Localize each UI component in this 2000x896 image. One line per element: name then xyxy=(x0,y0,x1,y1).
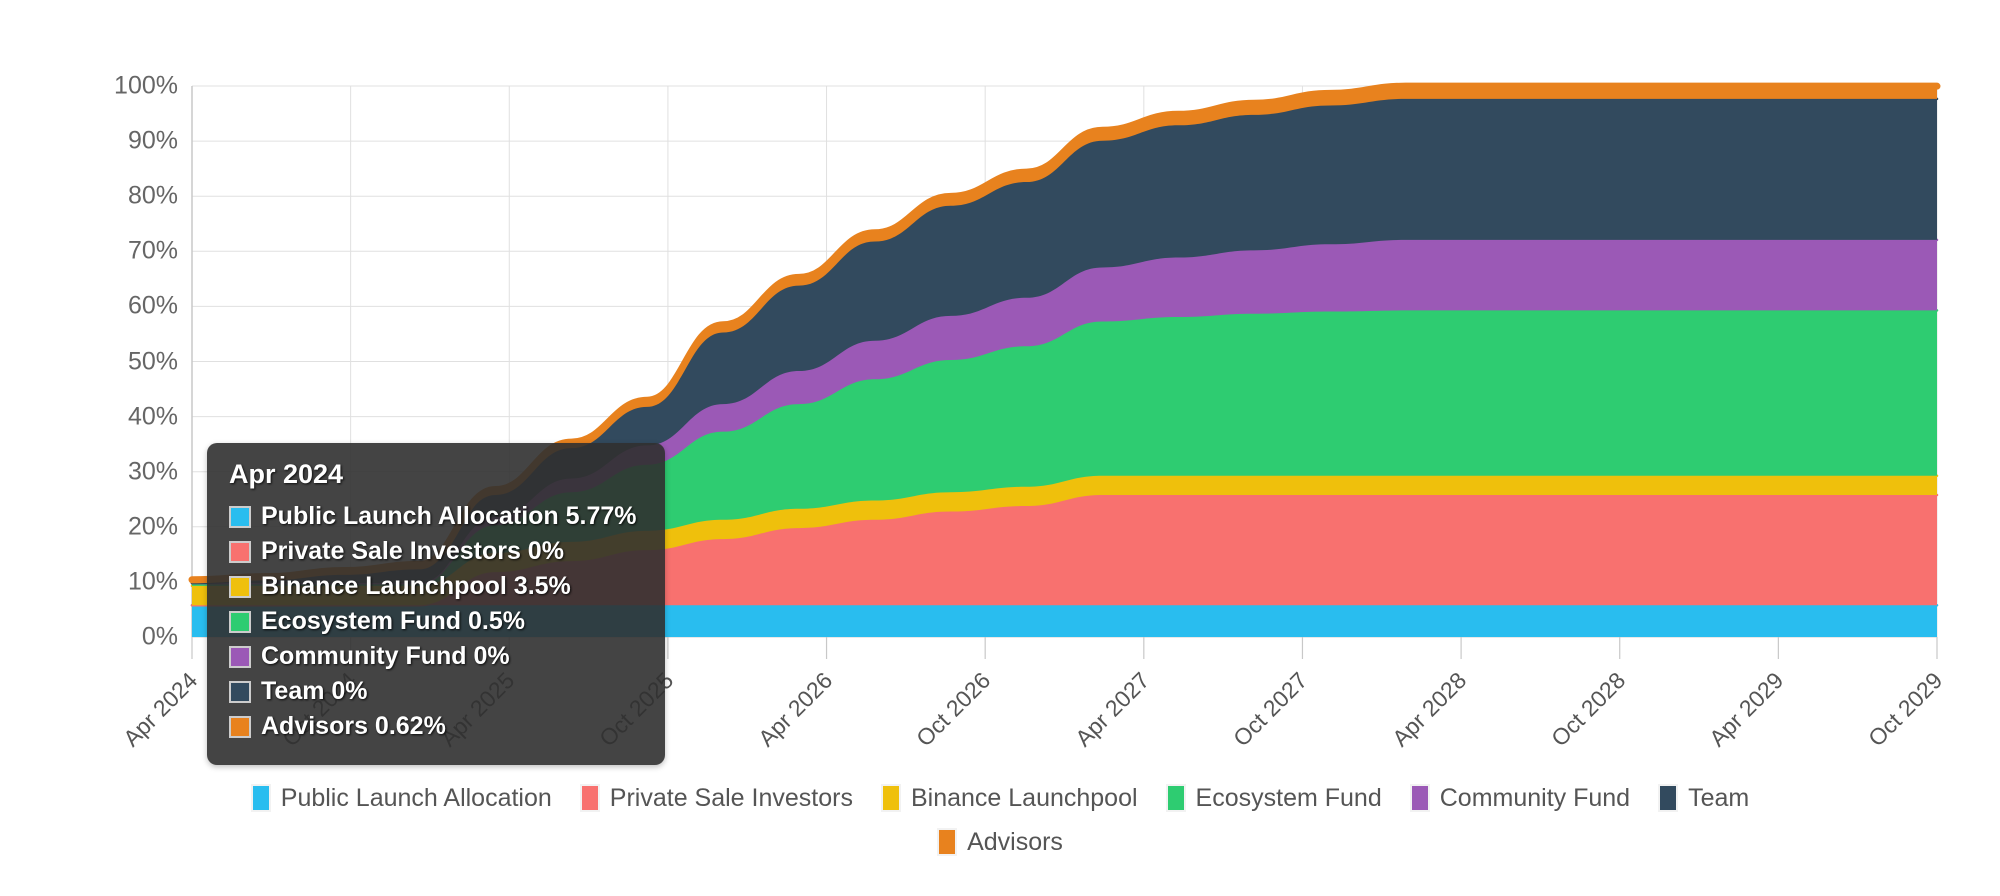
y-axis-tick-label: 70% xyxy=(127,236,178,265)
y-axis-tick-label: 30% xyxy=(127,457,178,486)
tooltip-row: Private Sale Investors 0% xyxy=(229,537,643,566)
y-axis-tick-label: 40% xyxy=(127,402,178,431)
tooltip-color-swatch xyxy=(229,575,251,598)
tooltip-row-label: Community Fund 0% xyxy=(261,642,510,670)
legend-item-community-fund[interactable]: Community Fund xyxy=(1409,783,1631,812)
y-axis-tick-label: 20% xyxy=(127,512,178,541)
legend-color-swatch xyxy=(579,784,600,812)
y-axis-tick-label: 90% xyxy=(127,126,178,155)
tooltip-row: Community Fund 0% xyxy=(229,642,643,671)
tooltip-row: Advisors 0.62% xyxy=(229,712,643,741)
y-axis-tick-label: 100% xyxy=(114,71,178,100)
y-axis: 0% 10% 20% 30% 40% 50% 60% 70% 80% 90% 100% xyxy=(0,0,178,896)
tooltip-color-swatch xyxy=(229,540,251,563)
tooltip-row-label: Team 0% xyxy=(261,677,368,705)
legend-row: Public Launch Allocation Private Sale Inv… xyxy=(0,784,2000,812)
tooltip-color-swatch xyxy=(229,680,251,703)
tooltip-row: Team 0% xyxy=(229,677,643,706)
legend-item-ecosystem-fund[interactable]: Ecosystem Fund xyxy=(1165,783,1382,812)
tooltip-row-label: Public Launch Allocation 5.77% xyxy=(261,502,637,530)
y-axis-tick-label: 80% xyxy=(127,181,178,210)
legend-item-team[interactable]: Team xyxy=(1658,784,1749,812)
legend-item-label: Team xyxy=(1688,783,1750,812)
tooltip-row: Binance Launchpool 3.5% xyxy=(229,572,643,601)
tooltip-row-label: Private Sale Investors 0% xyxy=(261,537,564,565)
legend-item-advisors[interactable]: Advisors xyxy=(937,828,1063,856)
tooltip-row-label: Advisors 0.62% xyxy=(261,712,446,740)
legend-item-label: Binance Launchpool xyxy=(910,783,1138,812)
y-axis-tick-label: 10% xyxy=(127,567,178,596)
legend-item-private-sale-investors[interactable]: Private Sale Investors xyxy=(579,783,853,812)
legend-item-label: Advisors xyxy=(967,827,1063,856)
legend-item-label: Community Fund xyxy=(1439,783,1631,812)
tooltip-title: Apr 2024 xyxy=(229,459,344,489)
tooltip-row-label: Binance Launchpool 3.5% xyxy=(261,572,571,600)
tooltip-color-swatch xyxy=(229,645,251,668)
legend-color-swatch xyxy=(250,784,271,812)
legend-item-label: Public Launch Allocation xyxy=(280,783,552,812)
legend-item-label: Private Sale Investors xyxy=(609,783,853,812)
legend-color-swatch xyxy=(937,828,958,856)
tooltip-color-swatch xyxy=(229,505,251,528)
legend-item-label: Ecosystem Fund xyxy=(1195,783,1382,812)
tooltip-row: Public Launch Allocation 5.77% xyxy=(229,502,643,531)
tooltip-color-swatch xyxy=(229,610,251,633)
y-axis-tick-label: 0% xyxy=(141,622,178,651)
legend-color-swatch xyxy=(880,784,901,812)
legend-row: Advisors xyxy=(0,828,2000,856)
chart-legend[interactable]: Public Launch Allocation Private Sale Inv… xyxy=(0,784,2000,872)
chart-tooltip: Apr 2024 Public Launch Allocation 5.77% P… xyxy=(207,443,665,765)
legend-color-swatch xyxy=(1165,784,1186,812)
legend-item-binance-launchpool[interactable]: Binance Launchpool xyxy=(880,783,1138,812)
y-axis-tick-label: 60% xyxy=(127,291,178,320)
legend-item-public-launch-allocation[interactable]: Public Launch Allocation xyxy=(250,783,552,812)
tooltip-rows: Public Launch Allocation 5.77% Private Sa… xyxy=(229,502,643,741)
tooltip-color-swatch xyxy=(229,715,251,738)
tooltip-row-label: Ecosystem Fund 0.5% xyxy=(261,607,525,635)
y-axis-tick-label: 50% xyxy=(127,347,178,375)
tooltip-row: Ecosystem Fund 0.5% xyxy=(229,607,643,636)
vesting-schedule-chart: 0% 10% 20% 30% 40% 50% 60% 70% 80% 90% 100% Apr 20… xyxy=(0,0,2000,896)
legend-color-swatch xyxy=(1658,784,1679,812)
legend-color-swatch xyxy=(1409,784,1430,812)
